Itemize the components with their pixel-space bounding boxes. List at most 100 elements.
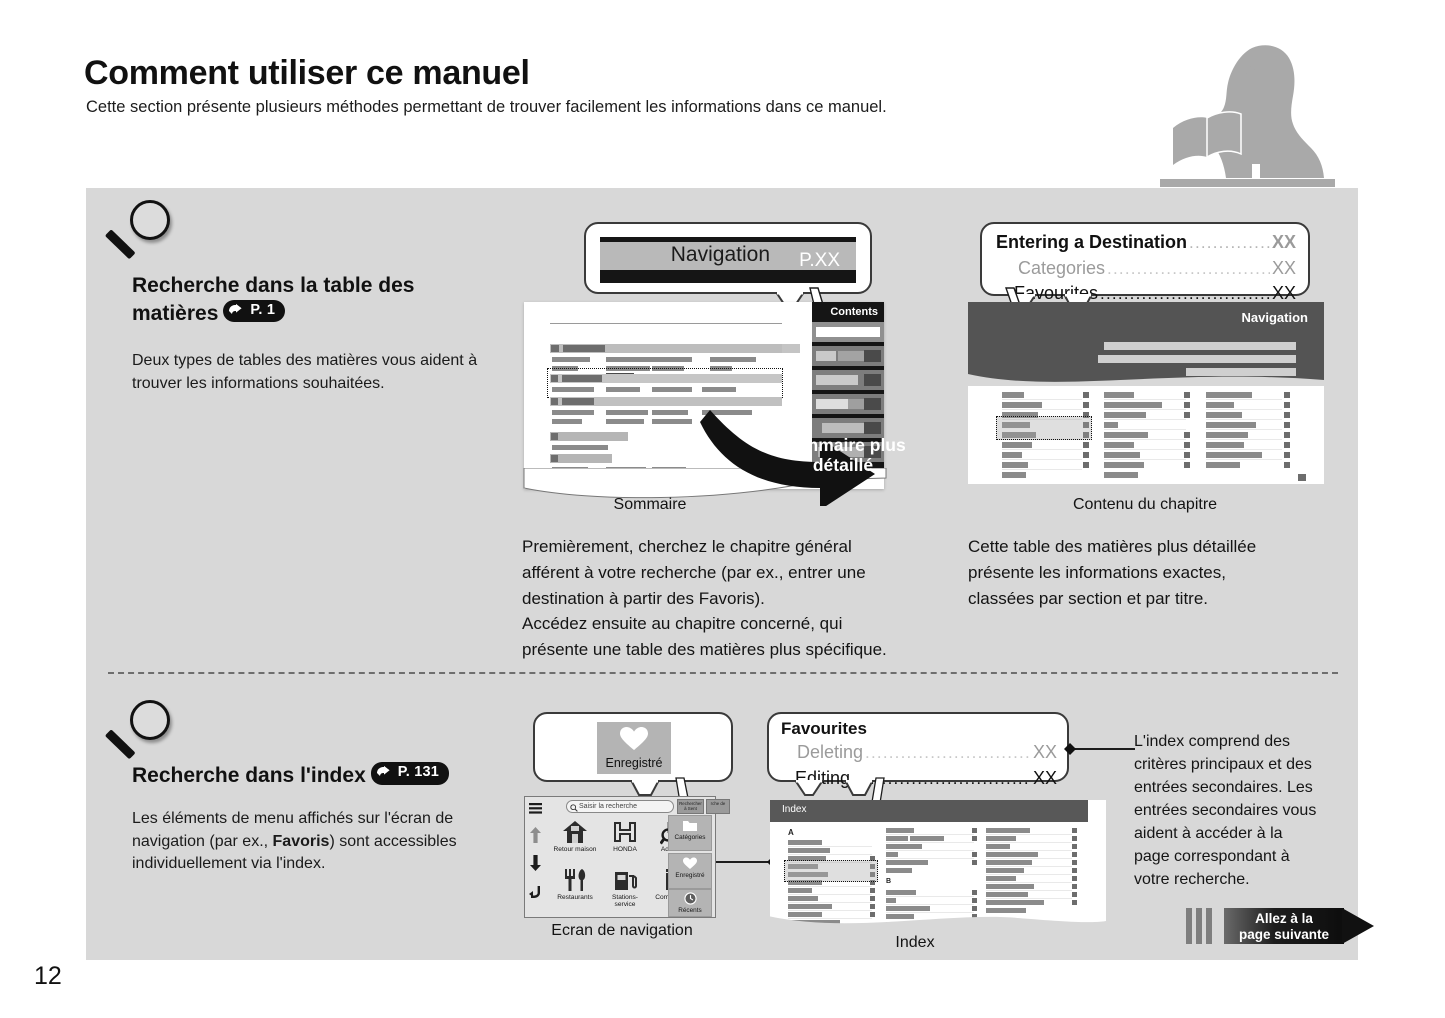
magnifier-glass xyxy=(130,200,170,240)
nav-side-button-label: Récents xyxy=(678,907,702,914)
arrow-up-icon[interactable] xyxy=(530,827,541,848)
note-line: aident à accéder à la xyxy=(1134,825,1283,843)
nav-page-callout: Navigation P.XX xyxy=(584,222,872,308)
favourites-callout: Favourites Deleting ....................… xyxy=(767,712,1069,796)
paragraph-line: afférent à votre recherche (par ex., ent… xyxy=(522,562,866,582)
page-number: 12 xyxy=(34,962,62,990)
paragraph-line: Accédez ensuite au chapitre concerné, qu… xyxy=(522,614,843,634)
section-toc-left-paragraph: Premièrement, cherchez le chapitre génér… xyxy=(522,534,922,663)
section-toc-body: Deux types de tables des matières vous a… xyxy=(132,352,478,392)
index-mock-header xyxy=(770,800,1106,822)
saved-callout-tile[interactable]: Enregistré xyxy=(597,722,671,774)
fuel-pump-icon xyxy=(612,867,638,893)
honda-logo-icon xyxy=(612,819,638,845)
index-section-letter: B xyxy=(886,878,892,885)
paragraph-line: destination à partir des Favoris). xyxy=(522,588,765,608)
section-toc-heading: Recherche dans la table des matières P. 1 xyxy=(132,272,462,327)
home-icon xyxy=(562,819,588,845)
paragraph-line: présente une table des matières plus spé… xyxy=(522,640,887,660)
nav-side-button-recents[interactable]: Récents xyxy=(668,889,712,917)
clock-icon xyxy=(683,892,697,905)
index-mockup: Index A B xyxy=(770,800,1106,928)
section-index-body-bold: Favoris xyxy=(272,832,330,850)
favourites-callout-label: Deleting xyxy=(797,742,864,763)
arrow-right-icon xyxy=(376,766,395,780)
right-triangle-arrow-icon xyxy=(1342,908,1374,944)
pointer-line-note xyxy=(1069,748,1135,750)
toc-callout-page: XX xyxy=(1271,257,1296,278)
next-page-label: Allez à la page suivante xyxy=(1224,908,1344,944)
next-page-line2: page suivante xyxy=(1238,926,1330,942)
magnifier-glass xyxy=(130,700,170,740)
note-line: page correspondant à xyxy=(1134,848,1290,866)
index-mock-header-label: Index xyxy=(782,804,807,815)
search-input[interactable]: Saisir la recherche xyxy=(566,800,674,813)
favourites-callout-dots: ........................................… xyxy=(865,743,1031,763)
note-line: L'index comprend des xyxy=(1134,733,1291,750)
nav-tile-label: HONDA xyxy=(613,846,637,853)
contenu-chapitre-caption: Contenu du chapitre xyxy=(1072,496,1218,513)
arrow-right-icon xyxy=(228,303,247,318)
callout-tail xyxy=(793,780,825,796)
search-input-placeholder: Saisir la recherche xyxy=(579,803,637,810)
paragraph-line: classées par section et par titre. xyxy=(968,588,1209,608)
nav-tile-retour-maison[interactable]: Retour maison xyxy=(553,817,597,863)
nav-tab-0[interactable]: Rechercher à Sent xyxy=(677,799,704,814)
nav-tile-honda[interactable]: HONDA xyxy=(603,817,647,863)
nav-tile-label: Restaurants xyxy=(557,894,593,901)
nav-side-button-categories[interactable]: Catégories xyxy=(668,815,712,851)
toc-callout-dots: ........................................… xyxy=(1107,258,1270,278)
nav-tile-label: Retour maison xyxy=(553,846,597,853)
highlighted-row xyxy=(996,416,1092,440)
nav-page-callout-bar: Navigation P.XX xyxy=(600,237,856,283)
saved-callout-label: Enregistré xyxy=(605,756,663,770)
back-arrow-icon[interactable] xyxy=(529,885,542,904)
section-divider xyxy=(108,672,1338,674)
index-torn-edge xyxy=(768,916,1110,936)
page-subtitle: Cette section présente plusieurs méthode… xyxy=(86,98,887,116)
toc-callout-page: XX xyxy=(1271,232,1296,252)
cutlery-icon xyxy=(562,867,588,893)
note-line: votre recherche. xyxy=(1134,871,1250,889)
navigation-screen-mockup: Saisir la recherche Rechercher à Sent rc… xyxy=(524,796,730,918)
paragraph-line: Cette table des matières plus détaillée xyxy=(968,537,1257,556)
arrow-down-icon[interactable] xyxy=(530,855,541,876)
section-toc-right-paragraph: Cette table des matières plus détaillée … xyxy=(968,534,1348,611)
note-line: critères principaux et des xyxy=(1134,756,1312,774)
toc-callout-dots: ........................................… xyxy=(1189,233,1270,252)
index-section-letter: A xyxy=(788,828,794,837)
paragraph-line: présente les informations exactes, xyxy=(968,562,1226,582)
section-index-heading: Recherche dans l'index P. 131 xyxy=(132,762,492,790)
highlighted-row xyxy=(784,860,878,882)
magnifier-icon xyxy=(104,200,178,266)
favourites-callout-title: Favourites xyxy=(781,719,867,738)
page-ref-badge-toc[interactable]: P. 1 xyxy=(223,300,286,323)
note-line: entrées secondaires. Les xyxy=(1134,779,1313,797)
page-ref-badge-index-label: P. 131 xyxy=(397,764,440,781)
note-line: entrées secondaires vous xyxy=(1134,802,1317,820)
page-ref-badge-toc-label: P. 1 xyxy=(250,302,276,319)
hamburger-menu-icon[interactable] xyxy=(529,801,542,819)
index-caption: Index xyxy=(895,934,935,951)
next-page-banner[interactable]: Allez à la page suivante xyxy=(1186,908,1376,944)
nav-tile-stations-service[interactable]: Stations-service xyxy=(603,865,647,911)
nav-page-callout-page: P.XX xyxy=(799,250,840,271)
page-ref-badge-index[interactable]: P. 131 xyxy=(370,762,450,785)
section-index-heading-text: Recherche dans l'index xyxy=(132,764,366,787)
toc-callout-line: Categories .............................… xyxy=(996,256,1296,282)
folder-icon xyxy=(683,821,697,831)
chapter-toc-callout: Entering a Destination .................… xyxy=(980,222,1310,310)
index-note: L'index comprend des critères principaux… xyxy=(1134,730,1346,891)
nav-side-button-enregistre[interactable]: Enregistré xyxy=(668,853,712,889)
favourites-callout-line: Deleting ...............................… xyxy=(781,740,1057,766)
nav-page-callout-label: Navigation xyxy=(670,243,770,266)
favourites-callout-page: XX xyxy=(1032,742,1057,763)
toc-callout-line: Entering a Destination .................… xyxy=(996,230,1296,256)
person-reading-book-icon xyxy=(1160,32,1335,187)
next-page-line1: Allez à la xyxy=(1255,911,1313,926)
section-index-body: Les éléments de menu affichés sur l'écra… xyxy=(132,808,492,876)
nav-tile-restaurants[interactable]: Restaurants xyxy=(553,865,597,911)
saved-callout: Enregistré xyxy=(533,712,733,796)
nav-tab-1[interactable]: rche de xyxy=(706,799,730,814)
sommaire-arrow-label: Sommaire plus détaillé xyxy=(768,435,918,476)
